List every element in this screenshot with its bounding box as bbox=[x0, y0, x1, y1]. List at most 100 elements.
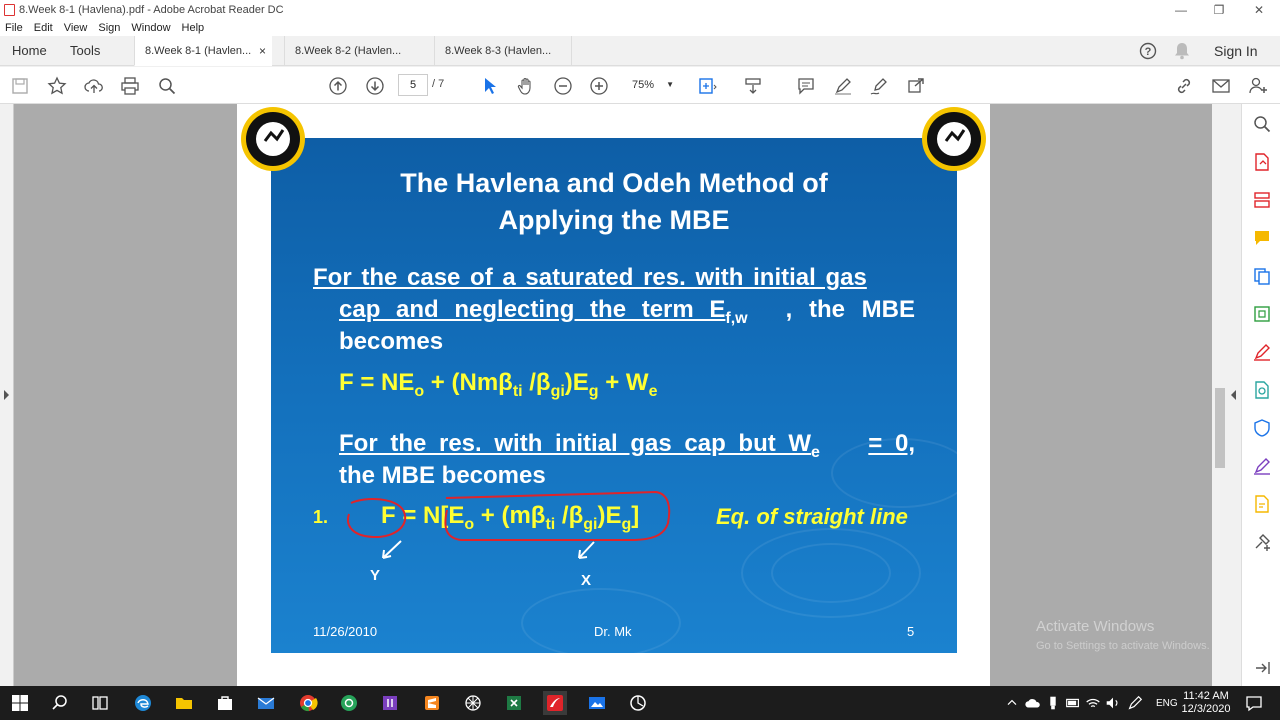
print-icon[interactable] bbox=[119, 75, 141, 97]
send-for-review-icon[interactable] bbox=[1252, 494, 1272, 514]
tab-document-1[interactable]: 8.Week 8-1 (Havlen... × bbox=[134, 36, 272, 66]
page-number-input[interactable]: 5 bbox=[398, 74, 428, 96]
zoom-select[interactable]: 75% ▼ bbox=[622, 74, 678, 96]
activate-windows-watermark: Activate Windows bbox=[1036, 618, 1155, 635]
zoom-value: 75% bbox=[632, 79, 655, 91]
volume-icon[interactable] bbox=[1104, 691, 1122, 715]
fill-sign-icon[interactable] bbox=[1252, 342, 1272, 362]
save-icon[interactable] bbox=[9, 75, 31, 97]
hand-tool-icon[interactable] bbox=[515, 75, 537, 97]
bookmark-star-icon[interactable] bbox=[46, 75, 68, 97]
tab-close-icon[interactable]: × bbox=[259, 36, 266, 66]
usb-device-icon[interactable] bbox=[1044, 691, 1062, 715]
input-language[interactable]: ENG bbox=[1156, 698, 1178, 709]
windows-start-icon[interactable] bbox=[8, 691, 32, 715]
minimize-button[interactable]: — bbox=[1162, 0, 1200, 20]
title-bar: 8.Week 8-1 (Havlena).pdf - Adobe Acrobat… bbox=[0, 0, 1280, 20]
sign-in-button[interactable]: Sign In bbox=[1214, 36, 1258, 66]
comment-icon[interactable] bbox=[795, 75, 817, 97]
edit-pdf-icon[interactable] bbox=[1252, 456, 1272, 476]
slide: The Havlena and Odeh Method of Applying … bbox=[271, 138, 957, 653]
page-fit-icon[interactable] bbox=[696, 75, 718, 97]
edge-browser-icon[interactable] bbox=[131, 691, 155, 715]
annotation-y-label: Y bbox=[370, 567, 381, 584]
windows-taskbar bbox=[0, 686, 1280, 720]
system-clock[interactable]: 11:42 AM 12/3/2020 bbox=[1180, 690, 1232, 716]
app-circle-icon[interactable] bbox=[626, 691, 650, 715]
comment-tool-icon[interactable] bbox=[1252, 228, 1272, 248]
compress-pdf-icon[interactable] bbox=[1252, 304, 1272, 324]
sign-pen-icon[interactable] bbox=[868, 75, 890, 97]
close-window-button[interactable]: ✕ bbox=[1240, 0, 1278, 20]
collapse-panel-icon[interactable] bbox=[1252, 658, 1272, 678]
zoom-out-icon[interactable] bbox=[552, 75, 574, 97]
window-title: 8.Week 8-1 (Havlena).pdf - Adobe Acrobat… bbox=[19, 4, 284, 16]
onedrive-cloud-icon[interactable] bbox=[1024, 691, 1042, 715]
mail-icon[interactable] bbox=[254, 691, 278, 715]
protect-shield-icon[interactable] bbox=[1252, 418, 1272, 438]
add-user-icon[interactable] bbox=[1247, 75, 1269, 97]
battery-icon[interactable] bbox=[1064, 691, 1082, 715]
store-icon[interactable] bbox=[213, 691, 237, 715]
email-icon[interactable] bbox=[1210, 75, 1232, 97]
footer-date: 11/26/2010 bbox=[313, 624, 378, 639]
tab-document-3-label: 8.Week 8-3 (Havlen... bbox=[445, 45, 552, 57]
activate-windows-hint: Go to Settings to activate Windows. bbox=[1036, 640, 1210, 652]
more-tools-icon[interactable] bbox=[1252, 532, 1272, 552]
help-icon[interactable]: ? bbox=[1137, 36, 1159, 66]
svg-text:?: ? bbox=[1145, 46, 1152, 58]
task-view-icon[interactable] bbox=[88, 691, 112, 715]
menu-sign[interactable]: Sign bbox=[98, 22, 120, 34]
menu-bar: File Edit View Sign Window Help bbox=[0, 20, 1280, 36]
pen-workspace-icon[interactable] bbox=[1126, 691, 1144, 715]
tab-document-2[interactable]: 8.Week 8-2 (Havlen... bbox=[284, 36, 422, 66]
menu-help[interactable]: Help bbox=[182, 22, 205, 34]
previous-page-icon[interactable] bbox=[327, 75, 349, 97]
tools-tab[interactable]: Tools bbox=[70, 36, 100, 66]
highlight-pen-icon[interactable] bbox=[832, 75, 854, 97]
maximize-button[interactable]: ❐ bbox=[1200, 0, 1238, 20]
photos-icon[interactable] bbox=[585, 691, 609, 715]
select-cursor-icon[interactable] bbox=[479, 75, 501, 97]
zoom-in-icon[interactable] bbox=[588, 75, 610, 97]
right-panel-toggle[interactable] bbox=[1228, 104, 1241, 686]
tray-expand-icon[interactable] bbox=[1004, 691, 1020, 715]
upload-cloud-icon[interactable] bbox=[83, 75, 105, 97]
app-green-icon[interactable] bbox=[337, 691, 361, 715]
sublime-text-icon[interactable] bbox=[420, 691, 444, 715]
left-panel-toggle[interactable] bbox=[0, 104, 14, 686]
scroll-mode-icon[interactable] bbox=[742, 75, 764, 97]
taskbar-search-icon[interactable] bbox=[48, 691, 72, 715]
vertical-scrollbar[interactable] bbox=[1212, 104, 1228, 686]
footer-page-number: 5 bbox=[907, 624, 915, 639]
menu-view[interactable]: View bbox=[64, 22, 88, 34]
app-network-icon[interactable] bbox=[461, 691, 485, 715]
scan-ocr-icon[interactable] bbox=[1252, 380, 1272, 400]
notifications-bell-icon[interactable] bbox=[1171, 36, 1193, 66]
combine-files-icon[interactable] bbox=[1252, 266, 1272, 286]
link-icon[interactable] bbox=[1173, 75, 1195, 97]
search-zoom-icon[interactable] bbox=[156, 75, 178, 97]
home-tab[interactable]: Home bbox=[12, 36, 47, 66]
organize-pages-icon[interactable] bbox=[1252, 190, 1272, 210]
right-tools-panel bbox=[1241, 104, 1280, 686]
share-send-icon[interactable] bbox=[905, 75, 927, 97]
notification-center-icon[interactable] bbox=[1244, 691, 1264, 715]
app-purple-icon[interactable] bbox=[378, 691, 402, 715]
next-page-icon[interactable] bbox=[364, 75, 386, 97]
menu-edit[interactable]: Edit bbox=[34, 22, 53, 34]
acrobat-taskbar-icon[interactable] bbox=[543, 691, 567, 715]
tab-document-3[interactable]: 8.Week 8-3 (Havlen... bbox=[434, 36, 572, 66]
search-icon[interactable] bbox=[1252, 114, 1272, 134]
excel-icon[interactable] bbox=[502, 691, 526, 715]
file-explorer-icon[interactable] bbox=[172, 691, 196, 715]
page-total: / 7 bbox=[432, 78, 445, 90]
export-pdf-icon[interactable] bbox=[1252, 152, 1272, 172]
clock-time: 11:42 AM bbox=[1183, 690, 1229, 702]
scrollbar-thumb[interactable] bbox=[1215, 388, 1225, 468]
clock-date: 12/3/2020 bbox=[1181, 703, 1231, 715]
menu-window[interactable]: Window bbox=[131, 22, 170, 34]
wifi-icon[interactable] bbox=[1084, 691, 1102, 715]
menu-file[interactable]: File bbox=[5, 22, 23, 34]
chrome-icon[interactable] bbox=[296, 691, 320, 715]
